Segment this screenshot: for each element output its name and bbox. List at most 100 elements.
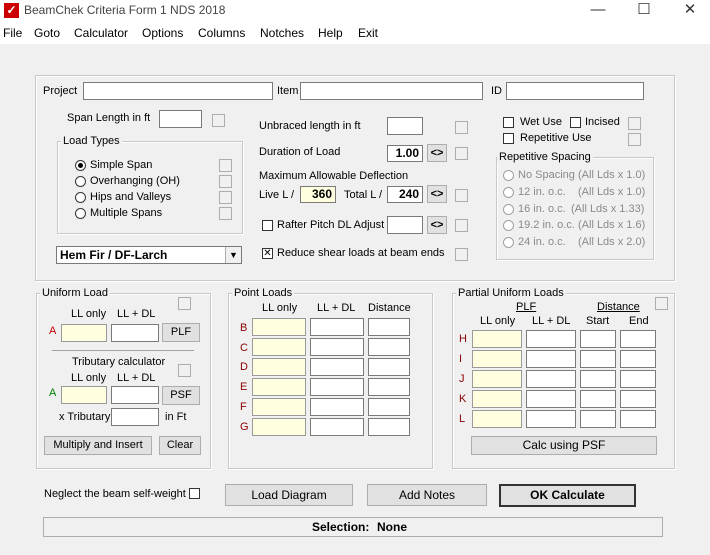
point-b-ll-input[interactable] <box>252 318 306 336</box>
uniform-load-button[interactable] <box>178 297 191 310</box>
unbraced-button[interactable] <box>455 121 468 134</box>
radio-simple-span[interactable] <box>75 160 86 171</box>
partial-l-ll-input[interactable] <box>472 410 522 428</box>
partial-j-ll-input[interactable] <box>472 370 522 388</box>
radio-hips-valleys[interactable] <box>75 192 86 203</box>
radio-24in[interactable] <box>503 237 514 248</box>
rafter-button[interactable] <box>455 219 468 232</box>
neglect-checkbox[interactable] <box>189 488 200 499</box>
load-diagram-button[interactable]: Load Diagram <box>225 484 353 506</box>
simple-span-button[interactable] <box>219 159 232 172</box>
partial-i-end-input[interactable] <box>620 350 656 368</box>
trib-ll-input[interactable] <box>61 386 107 404</box>
calc-psf-button[interactable]: Calc using PSF <box>471 436 657 455</box>
multiple-spans-button[interactable] <box>219 207 232 220</box>
hips-valleys-button[interactable] <box>219 191 232 204</box>
radio-16in[interactable] <box>503 204 514 215</box>
add-notes-button[interactable]: Add Notes <box>367 484 487 506</box>
partial-h-lldl-input[interactable] <box>526 330 576 348</box>
point-f-distance-input[interactable] <box>368 398 410 416</box>
partial-k-lldl-input[interactable] <box>526 390 576 408</box>
duration-adjust-button[interactable]: <> <box>427 144 447 162</box>
partial-loads-button[interactable] <box>655 297 668 310</box>
repetitive-use-checkbox[interactable] <box>503 133 514 144</box>
partial-l-end-input[interactable] <box>620 410 656 428</box>
x-tributary-input[interactable] <box>111 408 159 426</box>
clear-button[interactable]: Clear <box>159 436 201 455</box>
close-button[interactable]: ✕ <box>667 0 710 22</box>
rafter-adjust-button[interactable]: <> <box>427 216 447 234</box>
menu-file[interactable]: File <box>3 26 22 40</box>
trib-lldl-input[interactable] <box>111 386 159 404</box>
ok-calculate-button[interactable]: OK Calculate <box>499 484 636 507</box>
chevron-down-icon[interactable]: ▼ <box>225 247 241 263</box>
partial-h-end-input[interactable] <box>620 330 656 348</box>
point-g-lldl-input[interactable] <box>310 418 364 436</box>
menu-options[interactable]: Options <box>142 26 183 40</box>
partial-h-ll-input[interactable] <box>472 330 522 348</box>
point-e-distance-input[interactable] <box>368 378 410 396</box>
id-input[interactable] <box>506 82 644 100</box>
overhanging-button[interactable] <box>219 175 232 188</box>
point-c-distance-input[interactable] <box>368 338 410 356</box>
total-value[interactable]: 240 <box>387 186 423 203</box>
uniform-lldl-input[interactable] <box>111 324 159 342</box>
radio-overhanging[interactable] <box>75 176 86 187</box>
maximize-button[interactable]: ☐ <box>621 0 667 22</box>
menu-goto[interactable]: Goto <box>34 26 60 40</box>
point-f-ll-input[interactable] <box>252 398 306 416</box>
point-d-distance-input[interactable] <box>368 358 410 376</box>
point-b-distance-input[interactable] <box>368 318 410 336</box>
incised-button[interactable] <box>628 117 641 130</box>
menu-calculator[interactable]: Calculator <box>74 26 128 40</box>
incised-checkbox[interactable] <box>570 117 581 128</box>
point-f-lldl-input[interactable] <box>310 398 364 416</box>
tributary-button[interactable] <box>178 364 191 377</box>
span-length-input[interactable] <box>159 110 202 128</box>
partial-i-start-input[interactable] <box>580 350 616 368</box>
item-input[interactable] <box>300 82 483 100</box>
point-e-ll-input[interactable] <box>252 378 306 396</box>
partial-h-start-input[interactable] <box>580 330 616 348</box>
point-e-lldl-input[interactable] <box>310 378 364 396</box>
radio-19in[interactable] <box>503 220 514 231</box>
wet-use-checkbox[interactable] <box>503 117 514 128</box>
radio-multiple-spans[interactable] <box>75 208 86 219</box>
menu-help[interactable]: Help <box>318 26 343 40</box>
rafter-input[interactable] <box>387 216 423 234</box>
deflection-button[interactable] <box>455 189 468 202</box>
partial-l-lldl-input[interactable] <box>526 410 576 428</box>
radio-no-spacing[interactable] <box>503 170 514 181</box>
partial-k-start-input[interactable] <box>580 390 616 408</box>
partial-i-ll-input[interactable] <box>472 350 522 368</box>
point-d-ll-input[interactable] <box>252 358 306 376</box>
project-input[interactable] <box>83 82 273 100</box>
menu-columns[interactable]: Columns <box>198 26 245 40</box>
repetitive-use-button[interactable] <box>628 133 641 146</box>
menu-exit[interactable]: Exit <box>358 26 378 40</box>
reduce-shear-checkbox[interactable]: ✕ <box>262 248 273 259</box>
point-g-ll-input[interactable] <box>252 418 306 436</box>
uniform-ll-input[interactable] <box>61 324 107 342</box>
live-value[interactable]: 360 <box>300 186 336 203</box>
multiply-insert-button[interactable]: Multiply and Insert <box>44 436 152 455</box>
partial-l-start-input[interactable] <box>580 410 616 428</box>
psf-button[interactable]: PSF <box>162 386 200 405</box>
duration-value[interactable]: 1.00 <box>387 145 423 162</box>
partial-k-ll-input[interactable] <box>472 390 522 408</box>
species-dropdown[interactable]: Hem Fir / DF-Larch ▼ <box>56 246 242 264</box>
unbraced-input[interactable] <box>387 117 423 135</box>
point-d-lldl-input[interactable] <box>310 358 364 376</box>
duration-button[interactable] <box>455 147 468 160</box>
partial-j-lldl-input[interactable] <box>526 370 576 388</box>
menu-notches[interactable]: Notches <box>260 26 304 40</box>
rafter-checkbox[interactable] <box>262 220 273 231</box>
point-c-lldl-input[interactable] <box>310 338 364 356</box>
plf-button[interactable]: PLF <box>162 323 200 342</box>
point-c-ll-input[interactable] <box>252 338 306 356</box>
reduce-shear-button[interactable] <box>455 248 468 261</box>
partial-j-end-input[interactable] <box>620 370 656 388</box>
partial-i-lldl-input[interactable] <box>526 350 576 368</box>
point-b-lldl-input[interactable] <box>310 318 364 336</box>
partial-k-end-input[interactable] <box>620 390 656 408</box>
